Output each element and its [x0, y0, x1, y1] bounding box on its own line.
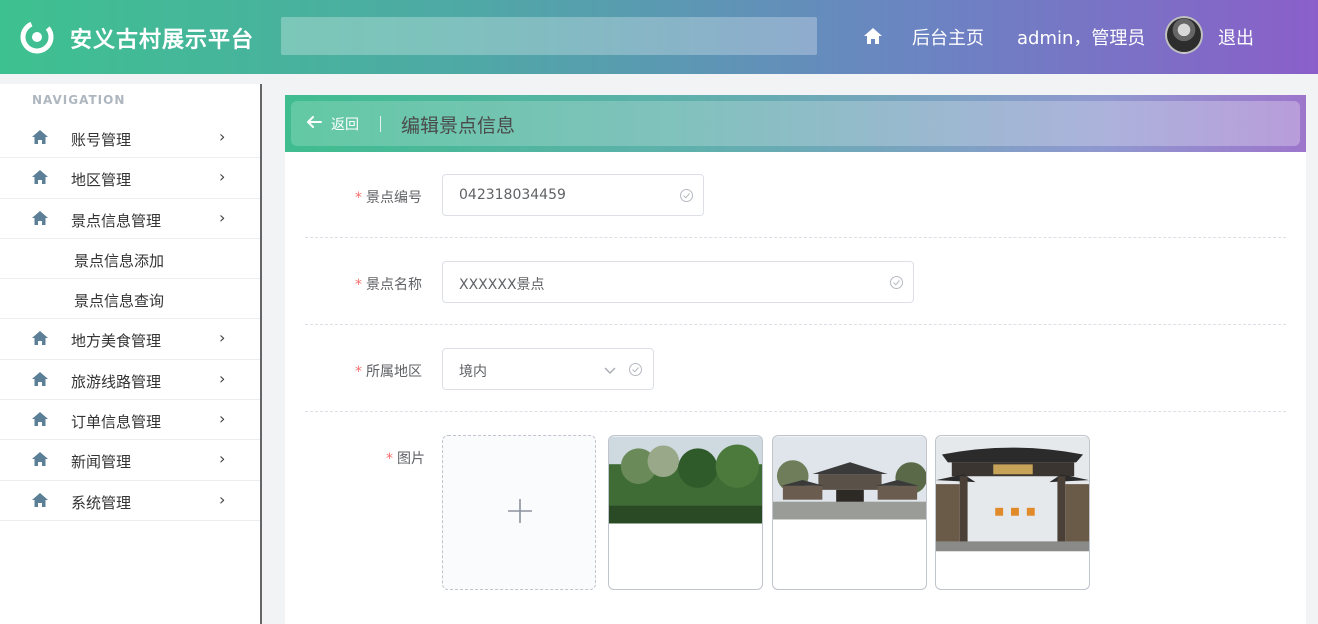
- sidebar-item-food[interactable]: 地方美食管理 ›: [0, 319, 260, 360]
- avatar[interactable]: [1165, 16, 1203, 54]
- sidebar-item-label: 景点信息添加: [74, 251, 165, 270]
- image-thumbnail[interactable]: [935, 435, 1090, 590]
- nav-heading: NAVIGATION: [32, 93, 126, 107]
- nav-list: 账号管理 › 地区管理 › 景点信息管理 › 景点信息添加 景点信息查询 地方美…: [0, 118, 260, 521]
- image-label: * 图片: [386, 451, 425, 467]
- code-input[interactable]: 042318034459: [442, 174, 704, 216]
- sidebar-item-label: 景点信息管理: [71, 211, 162, 230]
- sidebar-item-regions[interactable]: 地区管理 ›: [0, 158, 260, 199]
- sidebar-item-orders[interactable]: 订单信息管理 ›: [0, 400, 260, 441]
- name-value: XXXXXX景点: [459, 277, 545, 293]
- chevron-right-icon: ›: [219, 489, 226, 509]
- landscape-photo: [609, 436, 762, 524]
- logout-button[interactable]: 退出: [1218, 24, 1254, 50]
- page-title: 编辑景点信息: [401, 115, 516, 137]
- village-gate-photo: [773, 436, 926, 520]
- sidebar-item-system[interactable]: 系统管理 ›: [0, 481, 260, 521]
- home-icon: [32, 170, 48, 185]
- image-thumbnail[interactable]: [772, 435, 927, 590]
- region-select[interactable]: 境内: [442, 348, 654, 390]
- sidebar: NAVIGATION 账号管理 › 地区管理 › 景点信息管理 › 景点信息添加…: [0, 84, 262, 624]
- home-icon: [32, 412, 48, 427]
- arrow-left-icon[interactable]: [305, 113, 323, 131]
- sidebar-item-label: 地区管理: [71, 171, 132, 190]
- home-icon: [32, 492, 48, 507]
- sidebar-item-label: 账号管理: [71, 131, 132, 149]
- check-circle-icon: [680, 189, 693, 202]
- sidebar-item-label: 系统管理: [71, 493, 132, 512]
- region-value: 境内: [459, 364, 487, 380]
- chevron-right-icon: ›: [219, 328, 226, 348]
- name-label: * 景点名称: [355, 277, 422, 293]
- plus-icon: [508, 499, 532, 523]
- home-icon: [32, 452, 48, 467]
- home-icon: [32, 371, 48, 386]
- sidebar-item-accounts[interactable]: 账号管理 ›: [0, 118, 260, 159]
- home-link[interactable]: 后台主页: [912, 24, 984, 50]
- main-panel: 返回 编辑景点信息 * 景点编号 042318034459 * 景点名称 XXXXX…: [285, 95, 1306, 624]
- home-icon: [32, 331, 48, 346]
- sidebar-item-label: 景点信息查询: [74, 292, 165, 311]
- back-button[interactable]: 返回: [331, 114, 359, 134]
- header-search-bar[interactable]: [281, 17, 817, 55]
- code-label: * 景点编号: [355, 190, 422, 206]
- check-circle-icon: [890, 276, 903, 289]
- home-icon: [32, 210, 48, 225]
- chevron-right-icon: ›: [219, 167, 226, 187]
- chevron-right-icon: ›: [219, 409, 226, 429]
- sidebar-item-label: 旅游线路管理: [71, 372, 162, 391]
- sidebar-item-label: 订单信息管理: [71, 413, 162, 432]
- user-label: admin，管理员: [1017, 28, 1146, 49]
- chevron-right-icon: ›: [219, 449, 226, 469]
- archway-photo: [936, 436, 1089, 552]
- sidebar-item-label: 新闻管理: [71, 453, 132, 472]
- image-upload-button[interactable]: [442, 435, 596, 590]
- sidebar-item-label: 地方美食管理: [71, 332, 162, 351]
- sidebar-subitem-query-attraction[interactable]: 景点信息查询: [0, 279, 260, 320]
- sidebar-item-news[interactable]: 新闻管理 ›: [0, 440, 260, 481]
- page-header: 返回 编辑景点信息: [285, 95, 1306, 152]
- chevron-down-icon: [604, 367, 616, 374]
- region-label: * 所属地区: [355, 364, 422, 380]
- logo-icon: [18, 18, 56, 56]
- chevron-right-icon: ›: [219, 207, 226, 227]
- sidebar-item-attractions[interactable]: 景点信息管理 ›: [0, 199, 260, 239]
- chevron-right-icon: ›: [219, 127, 226, 146]
- home-icon: [32, 130, 48, 144]
- chevron-right-icon: ›: [219, 368, 226, 388]
- home-icon[interactable]: [862, 25, 884, 47]
- page-header-bar: 返回 编辑景点信息: [291, 101, 1300, 146]
- top-header: 安义古村展示平台 后台主页 admin，管理员 退出: [0, 0, 1318, 74]
- sidebar-item-routes[interactable]: 旅游线路管理 ›: [0, 360, 260, 401]
- sidebar-subitem-add-attraction[interactable]: 景点信息添加: [0, 239, 260, 280]
- header-divider: [380, 116, 381, 132]
- name-input[interactable]: XXXXXX景点: [442, 261, 914, 303]
- check-circle-icon: [629, 363, 642, 376]
- image-thumbnail[interactable]: [608, 435, 763, 590]
- code-value: 042318034459: [459, 187, 566, 203]
- app-title: 安义古村展示平台: [70, 28, 255, 53]
